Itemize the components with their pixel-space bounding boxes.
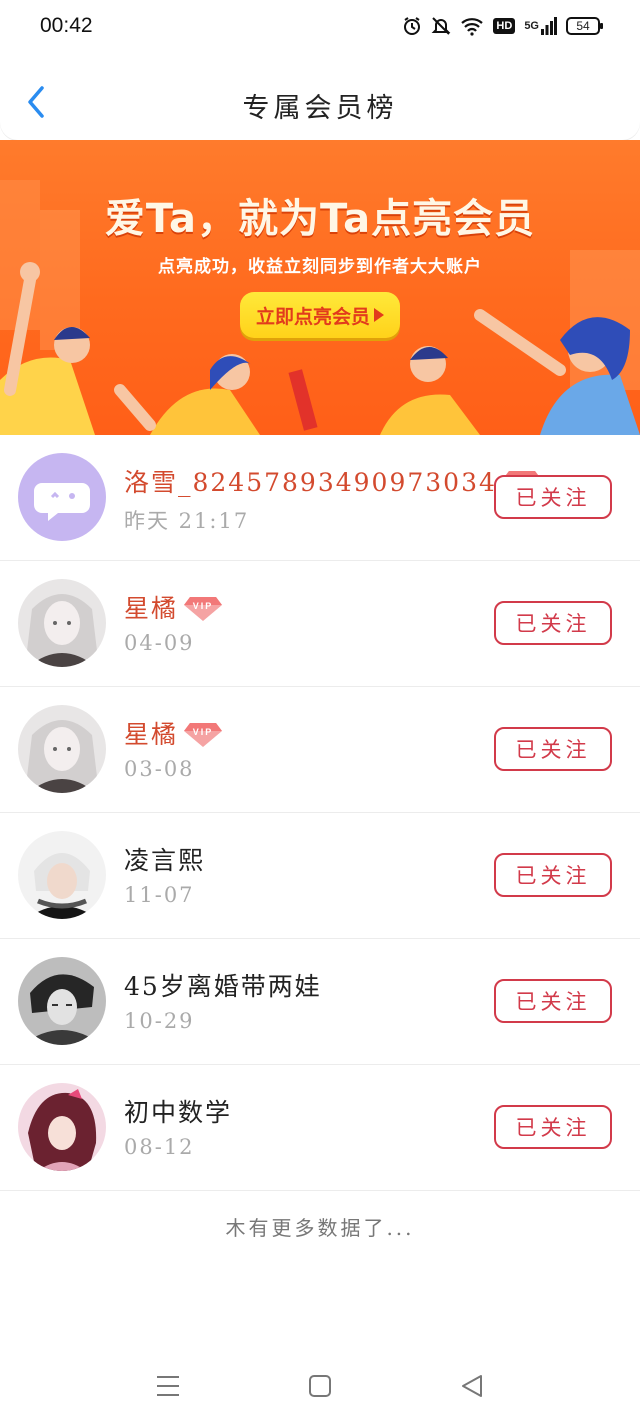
battery-icon: 54 — [566, 17, 603, 35]
member-name: 星橘 VIP — [124, 589, 223, 625]
banner-title: 爱Ta，就为Ta点亮会员 — [104, 196, 536, 242]
back-triangle-icon[interactable] — [455, 1368, 491, 1404]
member-name-text: 洛雪_824578934909730​34 — [124, 468, 497, 497]
member-date: 昨天 21:17 — [124, 509, 250, 533]
member-date: 10-29 — [124, 1009, 195, 1033]
avatar[interactable] — [18, 453, 106, 541]
list-item[interactable]: 凌言熙 11-07 已关注 — [0, 813, 640, 939]
promo-banner[interactable]: 爱Ta，就为Ta点亮会员 点亮成功，收益立刻同步到作者大大账户 立即点亮会员 — [0, 140, 640, 435]
followed-button[interactable]: 已关注 — [494, 601, 612, 645]
member-date: 03-08 — [124, 757, 195, 781]
menu-icon[interactable] — [150, 1368, 186, 1404]
light-up-membership-button[interactable]: 立即点亮会员 — [240, 292, 400, 338]
member-name-text: 星橘 — [124, 720, 179, 749]
followed-button[interactable]: 已关注 — [494, 727, 612, 771]
svg-text:VIP: VIP — [193, 601, 214, 611]
list-item[interactable]: 星橘 VIP 04-09 已关注 — [0, 561, 640, 687]
mute-bell-icon — [431, 16, 451, 36]
followed-button[interactable]: 已关注 — [494, 979, 612, 1023]
cell-signal-icon: 5G — [524, 17, 557, 35]
wifi-icon — [460, 16, 484, 36]
banner-illustration — [0, 180, 640, 435]
status-time: 00:42 — [40, 14, 93, 37]
status-bar: 00:42 HD 5G 54 — [0, 0, 640, 56]
member-list: 洛雪_824578934909730​34 VIP 昨天 21:17 已关注 星… — [0, 435, 640, 1191]
avatar[interactable] — [18, 705, 106, 793]
alarm-icon — [402, 16, 422, 36]
banner-subtitle: 点亮成功，收益立刻同步到作者大大账户 — [158, 257, 482, 277]
status-icons: HD 5G 54 — [402, 16, 603, 36]
member-name: 凌言熙 — [124, 841, 205, 877]
home-square-icon[interactable] — [302, 1368, 338, 1404]
member-name-text: 初中数学 — [124, 1098, 233, 1127]
list-item[interactable]: 初中数学 08-12 已关注 — [0, 1065, 640, 1191]
member-name: 洛雪_824578934909730​34 VIP — [124, 463, 541, 499]
vip-diamond-icon: VIP — [184, 597, 223, 621]
hd-badge: HD — [493, 18, 516, 34]
no-more-data-text: 木有更多数据了... — [225, 1216, 415, 1240]
member-date: 11-07 — [124, 883, 195, 907]
avatar[interactable] — [18, 957, 106, 1045]
play-arrow-icon — [374, 308, 384, 322]
avatar[interactable] — [18, 579, 106, 667]
member-name: 星橘 VIP — [124, 715, 223, 751]
member-name: 初中数学 — [124, 1093, 232, 1129]
list-item[interactable]: 45岁离婚带两娃 10-29 已关注 — [0, 939, 640, 1065]
nav-bar: 专属会员榜 — [0, 56, 640, 140]
member-name: 45岁离婚带两娃 — [124, 967, 322, 1003]
member-name-text: 凌言熙 — [124, 846, 206, 875]
svg-text:VIP: VIP — [193, 727, 214, 737]
avatar[interactable] — [18, 1083, 106, 1171]
list-item[interactable]: 洛雪_824578934909730​34 VIP 昨天 21:17 已关注 — [0, 435, 640, 561]
list-item[interactable]: 星橘 VIP 03-08 已关注 — [0, 687, 640, 813]
member-name-text: 45岁离婚带两娃 — [124, 972, 322, 1001]
page-title: 专属会员榜 — [242, 93, 398, 124]
member-name-text: 星橘 — [124, 594, 179, 623]
avatar[interactable] — [18, 831, 106, 919]
cta-label: 立即点亮会员 — [255, 305, 370, 328]
system-nav-bar — [0, 1352, 640, 1422]
member-date: 08-12 — [124, 1135, 195, 1159]
followed-button[interactable]: 已关注 — [494, 475, 612, 519]
vip-diamond-icon: VIP — [184, 723, 223, 747]
member-date: 04-09 — [124, 631, 195, 655]
followed-button[interactable]: 已关注 — [494, 853, 612, 897]
followed-button[interactable]: 已关注 — [494, 1105, 612, 1149]
network-type: 5G — [524, 20, 539, 32]
